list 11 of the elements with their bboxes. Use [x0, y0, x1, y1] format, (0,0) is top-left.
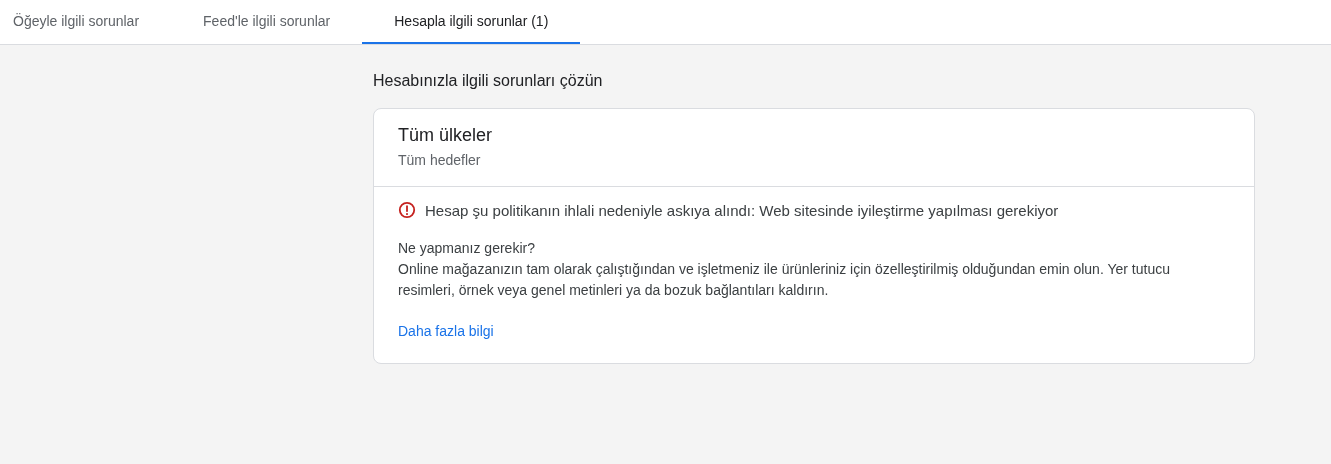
error-icon — [398, 201, 416, 219]
card-subtitle: Tüm hedefler — [398, 152, 482, 168]
tab[interactable]: Hesapla ilgili sorunlar (1) — [362, 0, 581, 44]
tab[interactable]: Feed'le ilgili sorunlar — [190, 0, 344, 44]
learn-more-link[interactable]: Daha fazla bilgi — [398, 323, 494, 339]
question-text: Ne yapmanız gerekir? — [398, 239, 536, 258]
card-title: Tüm ülkeler — [398, 125, 494, 146]
description-text: Online mağazanızın tam olarak çalıştığından ve işletmeniz ile ürünleriniz için özelleştirilmiş olduğundan emin olun. Yer tutucu resimleri, örnek veya genel metinleri ya da bozuk bağlantıları kaldırın. — [398, 260, 1171, 300]
section-heading: Hesabınızla ilgili sorunları çözün — [373, 72, 604, 91]
tab[interactable]: Öğeyle ilgili sorunlar — [0, 0, 153, 44]
issue-message: Hesap şu politikanın ihlali nedeniyle askıya alındı: Web sitesinde iyileştirme yapılması gerekiyor — [425, 201, 1059, 219]
